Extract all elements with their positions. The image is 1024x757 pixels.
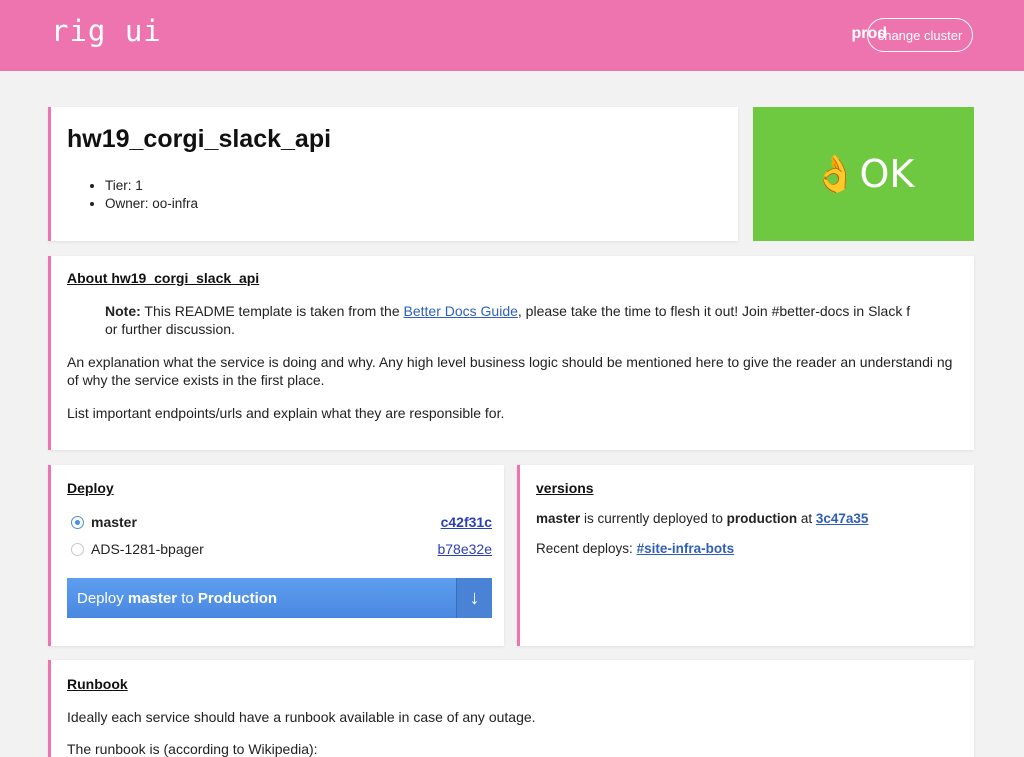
- note-label: Note:: [105, 303, 141, 319]
- better-docs-guide-link[interactable]: Better Docs Guide: [404, 303, 518, 319]
- about-paragraph-1: An explanation what the service is doing…: [67, 354, 953, 388]
- commit-link[interactable]: c42f31c: [441, 514, 492, 530]
- recent-deploys-line: Recent deploys: #site-infra-bots: [536, 541, 735, 556]
- about-heading: About hw19_corgi_slack_api: [67, 270, 260, 286]
- branch-name: master: [91, 514, 137, 530]
- service-tier: Tier: 1: [105, 177, 198, 195]
- runbook-card: Runbook Ideally each service should have…: [48, 660, 974, 757]
- runbook-paragraph-1: Ideally each service should have a runbo…: [67, 709, 536, 725]
- ok-hand-icon: 👌: [812, 153, 858, 194]
- app-logo[interactable]: rig ui: [51, 14, 162, 48]
- deploy-heading: Deploy: [67, 480, 114, 496]
- status-card: 👌 OK: [753, 107, 974, 241]
- about-card: About hw19_corgi_slack_api Note: This RE…: [48, 256, 974, 450]
- commit-link[interactable]: b78e32e: [437, 541, 492, 557]
- branch-radio[interactable]: [71, 543, 84, 556]
- deployed-commit-link[interactable]: 3c47a35: [816, 511, 869, 526]
- branch-option-master[interactable]: master c42f31c: [67, 513, 492, 533]
- service-owner: Owner: oo-infra: [105, 195, 198, 213]
- branch-option-ads-1281-bpager[interactable]: ADS-1281-bpager b78e32e: [67, 540, 492, 560]
- about-paragraph-2: List important endpoints/urls and explai…: [67, 405, 505, 421]
- service-meta-list: Tier: 1 Owner: oo-infra: [105, 177, 198, 213]
- arrow-down-icon[interactable]: ↓: [456, 578, 492, 618]
- current-deploy-line: master is currently deployed to producti…: [536, 511, 869, 526]
- versions-card: versions master is currently deployed to…: [517, 465, 974, 646]
- status-text: OK: [859, 152, 915, 196]
- note-text-pre: This README template is taken from the: [140, 303, 404, 319]
- branch-name: ADS-1281-bpager: [91, 541, 204, 557]
- deploy-button[interactable]: Deploy master to Production ↓: [67, 578, 492, 618]
- service-title: hw19_corgi_slack_api: [67, 125, 332, 153]
- runbook-heading: Runbook: [67, 676, 128, 692]
- branch-radio-selected[interactable]: [71, 516, 84, 529]
- deploy-card: Deploy master c42f31c ADS-1281-bpager b7…: [48, 465, 504, 646]
- top-bar: rig ui prod change cluster: [0, 0, 1024, 71]
- service-info-card: hw19_corgi_slack_api Tier: 1 Owner: oo-i…: [48, 107, 738, 241]
- readme-note: Note: This README template is taken from…: [105, 302, 925, 338]
- change-cluster-button[interactable]: change cluster: [867, 18, 973, 52]
- recent-deploys-channel-link[interactable]: #site-infra-bots: [637, 541, 735, 556]
- versions-heading: versions: [536, 480, 594, 496]
- deploy-button-label: Deploy master to Production: [77, 590, 278, 607]
- runbook-paragraph-2: The runbook is (according to Wikipedia):: [67, 741, 318, 757]
